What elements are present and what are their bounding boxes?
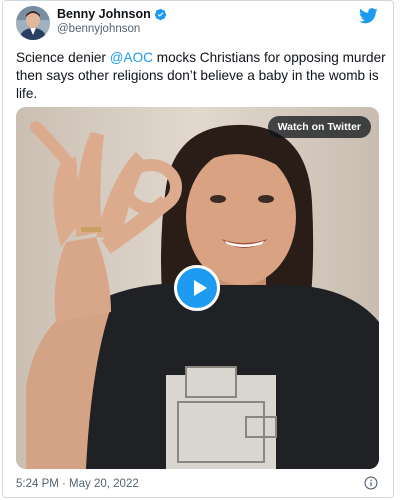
- author-name-row[interactable]: Benny Johnson: [57, 7, 167, 21]
- twitter-bird-icon[interactable]: [359, 8, 378, 24]
- display-name[interactable]: Benny Johnson: [57, 7, 151, 21]
- play-button[interactable]: [174, 265, 220, 311]
- verified-badge-icon: [154, 8, 166, 20]
- watch-on-twitter-button[interactable]: Watch on Twitter: [267, 116, 371, 138]
- info-icon[interactable]: [364, 476, 378, 490]
- tweet-card: Benny Johnson @bennyjohnson Science deni…: [2, 0, 394, 498]
- mention-link[interactable]: @AOC: [110, 50, 153, 65]
- video-player[interactable]: Watch on Twitter: [16, 107, 379, 469]
- avatar[interactable]: [16, 6, 50, 40]
- tweet-timestamp[interactable]: 5:24 PM · May 20, 2022: [16, 478, 139, 490]
- author-handle[interactable]: @bennyjohnson: [57, 23, 140, 35]
- tweet-text-start: Science denier: [16, 50, 110, 65]
- play-icon: [194, 280, 207, 296]
- tweet-text: Science denier @AOC mocks Christians for…: [16, 49, 386, 103]
